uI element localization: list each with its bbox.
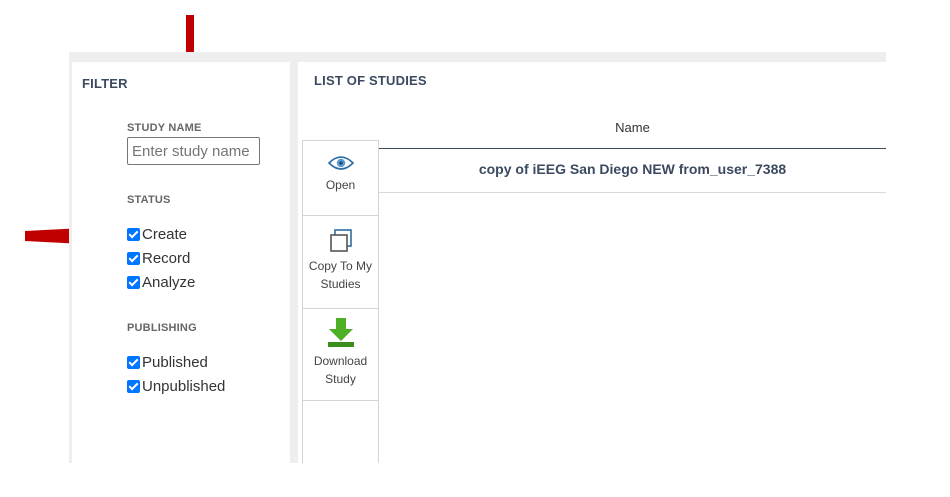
checkbox-checked-icon[interactable]: [127, 355, 140, 369]
download-study-label: Download Study: [313, 354, 368, 386]
unpublished-checkbox[interactable]: Unpublished: [127, 376, 225, 396]
study-name-label: STUDY NAME: [127, 122, 202, 134]
row-divider: [379, 192, 886, 193]
eye-icon: [327, 156, 354, 170]
checkbox-checked-icon[interactable]: [127, 275, 140, 289]
filter-panel: FILTER STUDY NAME STATUS Create Record A…: [72, 62, 290, 463]
checkbox-checked-icon[interactable]: [127, 379, 140, 393]
study-name-input[interactable]: [127, 137, 260, 165]
app-container: FILTER STUDY NAME STATUS Create Record A…: [69, 52, 886, 463]
checkbox-checked-icon[interactable]: [127, 227, 140, 241]
published-checkbox[interactable]: Published: [127, 352, 208, 372]
studies-panel: LIST OF STUDIES Open Copy To My Studies: [298, 62, 886, 463]
table-row[interactable]: copy of iEEG San Diego NEW from_user_738…: [379, 161, 886, 177]
checkbox-checked-icon[interactable]: [127, 251, 140, 265]
copy-to-my-studies-button[interactable]: Copy To My Studies: [303, 216, 378, 309]
status-analyze-label: Analyze: [142, 273, 196, 291]
download-study-button[interactable]: Download Study: [303, 309, 378, 401]
status-label: STATUS: [127, 194, 171, 206]
copy-to-my-studies-label: Copy To My Studies: [308, 259, 373, 291]
status-record-checkbox[interactable]: Record: [127, 248, 190, 268]
status-create-label: Create: [142, 225, 188, 243]
open-button[interactable]: Open: [303, 141, 378, 216]
unpublished-label: Unpublished: [142, 377, 226, 395]
download-icon: [327, 318, 354, 347]
open-button-label: Open: [325, 178, 356, 192]
status-create-checkbox[interactable]: Create: [127, 224, 187, 244]
column-header-name[interactable]: Name: [379, 120, 886, 135]
status-record-label: Record: [142, 249, 191, 267]
publishing-label: PUBLISHING: [127, 322, 197, 334]
status-analyze-checkbox[interactable]: Analyze: [127, 272, 195, 292]
copy-icon: [329, 229, 352, 252]
header-divider: [379, 148, 886, 149]
studies-title: LIST OF STUDIES: [314, 73, 427, 88]
filter-title: FILTER: [82, 76, 128, 91]
published-label: Published: [142, 353, 208, 371]
action-toolbar: Open Copy To My Studies Download Study: [302, 140, 379, 463]
